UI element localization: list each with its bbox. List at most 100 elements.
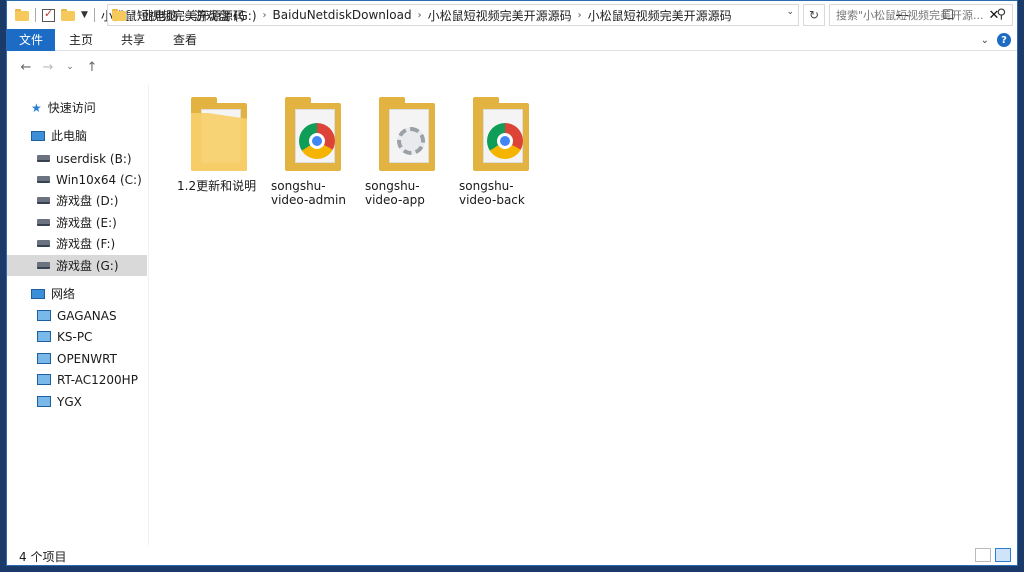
monitor-icon <box>37 331 51 342</box>
back-button[interactable]: ← <box>15 56 37 78</box>
drive-icon <box>37 240 50 247</box>
file-list: 1.2更新和说明 songshu-video-admin songshu-vid… <box>155 93 1005 533</box>
file-name: songshu-video-app <box>365 179 425 207</box>
chrome-folder-icon <box>285 97 341 171</box>
breadcrumb-this-pc[interactable]: 此电脑 <box>142 7 178 24</box>
chevron-right-icon[interactable]: › <box>263 10 267 21</box>
document-folder-icon <box>191 97 247 171</box>
sidebar-item-host-ks-pc[interactable]: KS-PC <box>7 326 147 347</box>
folder-icon <box>112 9 126 21</box>
file-name: songshu-video-back <box>459 179 525 207</box>
sidebar-item-label: YGX <box>57 394 82 409</box>
file-name: 1.2更新和说明 <box>177 179 257 193</box>
sidebar-item-host-rt-ac1200hp[interactable]: RT-AC1200HP <box>7 369 147 390</box>
monitor-icon <box>37 353 51 364</box>
breadcrumb-project-parent[interactable]: 小松鼠短视频完美开源源码 <box>428 7 572 24</box>
sidebar-item-label: Win10x64 (C:) <box>56 172 142 187</box>
sidebar-item-label: OPENWRT <box>57 351 117 366</box>
sidebar-item-label: 游戏盘 (E:) <box>56 216 117 230</box>
chrome-folder-icon <box>473 97 529 171</box>
search-placeholder: 搜索"小松鼠短视频完美开源... <box>836 9 984 22</box>
monitor-icon <box>37 396 51 407</box>
chevron-right-icon[interactable]: › <box>578 10 582 21</box>
monitor-icon <box>37 310 51 321</box>
drive-icon <box>37 197 50 204</box>
drive-icon <box>37 262 50 269</box>
sidebar-item-drive-e[interactable]: 游戏盘 (E:) <box>7 212 147 233</box>
file-item[interactable]: 1.2更新和说明 <box>173 97 265 217</box>
breadcrumb-drive-g[interactable]: 游戏盘 (G:) <box>194 7 257 24</box>
star-icon: ★ <box>31 100 42 115</box>
sidebar-item-network[interactable]: 网络 <box>7 283 147 304</box>
address-bar[interactable]: › 此电脑 › 游戏盘 (G:) › BaiduNetdiskDownload … <box>107 4 799 26</box>
network-icon <box>31 288 45 299</box>
sidebar-item-label: RT-AC1200HP <box>57 372 138 387</box>
tab-home[interactable]: 主页 <box>55 29 107 51</box>
sidebar-item-label: 此电脑 <box>51 129 88 143</box>
chevron-right-icon[interactable]: › <box>132 10 136 21</box>
sidebar-item-label: 游戏盘 (G:) <box>56 259 119 273</box>
up-button[interactable]: ↑ <box>81 56 103 78</box>
large-icons-view-icon[interactable] <box>995 548 1011 562</box>
properties-icon[interactable] <box>42 7 55 22</box>
breadcrumb-project-current[interactable]: 小松鼠短视频完美开源源码 <box>588 7 732 24</box>
sidebar-item-host-gaganas[interactable]: GAGANAS <box>7 305 147 326</box>
sidebar-item-label: 网络 <box>51 287 76 301</box>
help-icon[interactable]: ? <box>997 33 1011 47</box>
ribbon-tabs: 文件 主页 共享 查看 ⌄ ? <box>7 28 1017 51</box>
chevron-right-icon[interactable]: › <box>184 10 188 21</box>
toolbar-separator <box>35 8 36 22</box>
customize-toolbar-icon[interactable]: ▼ <box>81 10 88 20</box>
sidebar-item-label: 快速访问 <box>47 101 96 115</box>
status-bar: 4 个项目 <box>7 545 1017 565</box>
drive-icon <box>37 219 50 226</box>
forward-button[interactable]: → <box>37 56 59 78</box>
search-input[interactable]: 搜索"小松鼠短视频完美开源... ⚲ <box>829 4 1013 26</box>
sidebar-item-label: KS-PC <box>57 329 93 344</box>
sidebar-item-quick-access[interactable]: ★ 快速访问 <box>7 97 147 118</box>
item-count: 4 个项目 <box>19 549 67 564</box>
explorer-window: ▼ 小松鼠短视频完美开源源码 — ☐ ✕ 文件 主页 共享 查看 ⌄ ? ← →… <box>6 0 1018 566</box>
file-item[interactable]: songshu-video-admin <box>267 97 359 217</box>
address-history-dropdown[interactable]: ⌄ <box>786 7 794 17</box>
folder-icon[interactable] <box>15 9 29 21</box>
sidebar-item-drive-f[interactable]: 游戏盘 (F:) <box>7 233 147 254</box>
sidebar-item-host-openwrt[interactable]: OPENWRT <box>7 348 147 369</box>
sidebar-item-drive-d[interactable]: 游戏盘 (D:) <box>7 190 147 211</box>
quick-access-toolbar: ▼ <box>7 1 95 29</box>
file-item[interactable]: songshu-video-back <box>455 97 547 217</box>
tab-file[interactable]: 文件 <box>7 28 56 51</box>
file-name: songshu-video-admin <box>271 179 346 207</box>
tab-share[interactable]: 共享 <box>107 29 159 51</box>
sidebar-item-this-pc[interactable]: 此电脑 <box>7 125 147 146</box>
windows-drive-icon <box>37 176 50 183</box>
toolbar-separator <box>93 8 95 22</box>
view-switcher <box>975 548 1011 562</box>
drive-icon <box>37 155 50 162</box>
search-icon: ⚲ <box>996 7 1006 22</box>
sidebar-item-label: GAGANAS <box>57 308 117 323</box>
monitor-icon <box>37 374 51 385</box>
refresh-button[interactable]: ↻ <box>803 4 825 26</box>
new-folder-icon[interactable] <box>61 9 75 21</box>
file-item[interactable]: songshu-video-app <box>361 97 453 217</box>
sidebar-item-drive-g[interactable]: 游戏盘 (G:) <box>7 255 147 276</box>
tab-view[interactable]: 查看 <box>159 29 211 51</box>
details-view-icon[interactable] <box>975 548 991 562</box>
sidebar-item-label: userdisk (B:) <box>56 151 132 166</box>
sidebar-item-label: 游戏盘 (D:) <box>56 194 119 208</box>
recent-locations-button[interactable]: ⌄ <box>59 56 81 78</box>
sidebar-item-host-ygx[interactable]: YGX <box>7 391 147 412</box>
address-row: ← → ⌄ ↑ <box>7 53 1017 81</box>
breadcrumb-baidu[interactable]: BaiduNetdiskDownload <box>273 8 412 22</box>
expand-ribbon-icon[interactable]: ⌄ <box>981 35 989 46</box>
ribbon-right-controls: ⌄ ? <box>981 29 1011 51</box>
sidebar-item-label: 游戏盘 (F:) <box>56 237 116 251</box>
sidebar-item-drive-c[interactable]: Win10x64 (C:) <box>7 169 147 190</box>
pane-divider[interactable] <box>148 85 149 545</box>
chevron-right-icon[interactable]: › <box>418 10 422 21</box>
navigation-pane: ★ 快速访问 此电脑 userdisk (B:) Win10x64 (C:) 游… <box>7 85 147 545</box>
settings-folder-icon <box>379 97 435 171</box>
computer-icon <box>31 130 45 141</box>
sidebar-item-drive-b[interactable]: userdisk (B:) <box>7 148 147 169</box>
